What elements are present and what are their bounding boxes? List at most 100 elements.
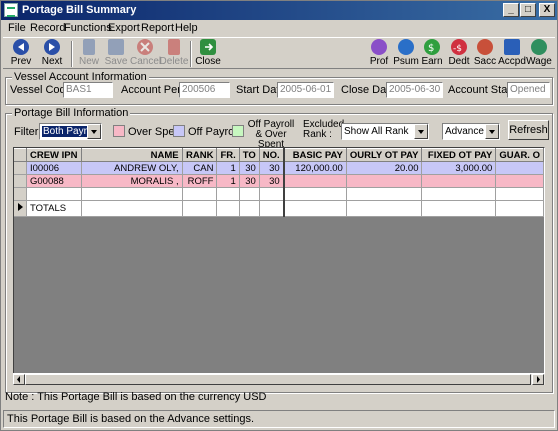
excluded-rank-label: Excluded Rank : <box>303 119 345 140</box>
cell-hourly-ot-pay[interactable] <box>346 187 423 201</box>
cell-guar-ot[interactable] <box>495 187 544 201</box>
cell-no[interactable]: 30 <box>259 174 285 188</box>
current-row-indicator <box>14 200 27 217</box>
menu-export[interactable]: Export <box>108 22 140 34</box>
cell-guar-ot[interactable] <box>495 161 544 175</box>
off-payroll-over-spent-label: Off Payroll & Over Spent <box>247 119 295 150</box>
sacc-button[interactable]: Sacc <box>470 39 500 69</box>
cell-crew-ipn[interactable]: G00088 <box>26 174 82 188</box>
svg-text:-$: -$ <box>453 44 462 54</box>
col-guar-ot[interactable]: GUAR. O <box>495 148 544 162</box>
cell-hourly-ot-pay[interactable]: 20.00 <box>346 161 423 175</box>
new-button[interactable]: New <box>74 39 104 69</box>
cell-crew-ipn[interactable]: I00006 <box>26 161 82 175</box>
title-bar[interactable]: Portage Bill Summary _ □ X <box>1 1 557 20</box>
cell-guar-ot[interactable] <box>495 174 544 188</box>
cell-fixed-ot-pay[interactable]: 3,000.00 <box>421 161 497 175</box>
scroll-left-icon[interactable] <box>13 374 25 385</box>
start-date-field[interactable]: 2005-06-01 <box>277 82 334 98</box>
sacc-label: Sacc <box>473 56 497 67</box>
row-indicator <box>14 174 27 188</box>
earn-button[interactable]: $ Earn <box>417 39 447 69</box>
filter-select[interactable]: Both Payroll <box>39 123 102 140</box>
off-payroll-over-spent-swatch <box>232 125 244 137</box>
chevron-down-icon[interactable] <box>414 124 428 139</box>
account-status-field[interactable]: Opened <box>507 82 550 98</box>
col-no[interactable]: NO. <box>259 148 285 162</box>
refresh-button[interactable]: Refresh <box>508 120 549 140</box>
cell-basic-pay[interactable]: 120,000.00 <box>283 161 347 175</box>
col-to[interactable]: TO <box>239 148 260 162</box>
totals-row[interactable]: TOTALS <box>14 200 544 217</box>
col-hourly-ot-pay[interactable]: OURLY OT PAY <box>346 148 423 162</box>
cell-rank[interactable]: CAN <box>182 161 218 175</box>
summary-icon <box>398 39 414 55</box>
col-basic-pay[interactable]: BASIC PAY <box>283 148 347 162</box>
cell-basic-pay[interactable] <box>283 174 347 188</box>
cell-fixed-ot-pay[interactable] <box>421 174 497 188</box>
app-icon <box>4 3 18 17</box>
cell-no[interactable]: 30 <box>259 161 285 175</box>
status-bar: This Portage Bill is based on the Advanc… <box>3 410 555 428</box>
minimize-button[interactable]: _ <box>503 3 519 17</box>
cell-from[interactable]: 1 <box>216 174 240 188</box>
col-from[interactable]: FR. <box>216 148 240 162</box>
close-tool-button[interactable]: Close <box>193 39 223 69</box>
cell-from[interactable]: 1 <box>216 161 240 175</box>
col-fixed-ot-pay[interactable]: FIXED OT PAY <box>421 148 497 162</box>
cell-hourly-ot-pay[interactable] <box>346 174 423 188</box>
cell-to[interactable]: 30 <box>239 174 260 188</box>
menu-record[interactable]: Record <box>30 22 65 34</box>
cell-from[interactable] <box>216 187 240 201</box>
close-date-field[interactable]: 2005-06-30 <box>386 82 443 98</box>
horizontal-scrollbar[interactable] <box>13 373 545 385</box>
table-row[interactable] <box>14 187 544 201</box>
menu-file[interactable]: File <box>8 22 26 34</box>
col-rank[interactable]: RANK <box>182 148 218 162</box>
status-text: This Portage Bill is based on the Advanc… <box>7 413 255 425</box>
cell-to[interactable]: 30 <box>239 161 260 175</box>
row-indicator <box>14 187 27 201</box>
table-row[interactable]: G00088 MORALIS , ROFF 1 30 30 <box>14 174 544 188</box>
accpd-button[interactable]: Accpd <box>497 39 527 69</box>
next-arrow-icon <box>44 39 60 55</box>
cell-basic-pay[interactable] <box>283 187 347 201</box>
scroll-right-icon[interactable] <box>532 374 544 385</box>
close-button[interactable]: X <box>539 3 555 17</box>
prof-button[interactable]: Prof <box>364 39 394 69</box>
next-button[interactable]: Next <box>37 39 67 69</box>
settings-select[interactable]: Advance <box>442 123 500 140</box>
cell-crew-ipn[interactable] <box>26 187 82 201</box>
cancel-button[interactable]: Cancel <box>130 39 161 69</box>
portage-bill-grid[interactable]: CREW IPN NAME RANK FR. TO NO. BASIC PAY … <box>13 147 545 384</box>
grid-header-row: CREW IPN NAME RANK FR. TO NO. BASIC PAY … <box>14 148 544 162</box>
cell-fixed-ot-pay[interactable] <box>421 187 497 201</box>
account-period-field[interactable]: 200506 <box>179 82 230 98</box>
scroll-thumb[interactable] <box>25 374 531 385</box>
vessel-code-field[interactable]: BAS1 <box>63 82 113 98</box>
excluded-rank-select[interactable]: Show All Rank <box>341 123 429 140</box>
cell-name[interactable]: MORALIS , <box>81 174 183 188</box>
cell-rank[interactable]: ROFF <box>182 174 218 188</box>
prev-button[interactable]: Prev <box>6 39 36 69</box>
delete-button[interactable]: Delete <box>159 39 189 69</box>
cell-name[interactable]: ANDREW OLY, <box>81 161 183 175</box>
cell-rank[interactable] <box>182 187 218 201</box>
new-doc-icon <box>83 39 95 55</box>
table-row[interactable]: I00006 ANDREW OLY, CAN 1 30 30 120,000.0… <box>14 161 544 175</box>
cell-name[interactable] <box>81 187 183 201</box>
cell-no[interactable] <box>259 187 285 201</box>
wage-button[interactable]: Wage <box>524 39 554 69</box>
save-icon <box>108 39 124 55</box>
menu-functions[interactable]: Functions <box>64 22 112 34</box>
chevron-down-icon[interactable] <box>485 124 499 139</box>
cell-to[interactable] <box>239 187 260 201</box>
save-button[interactable]: Save <box>101 39 131 69</box>
toolbar: Prev Next New Save Cancel Delete Close P… <box>3 37 555 69</box>
col-name[interactable]: NAME <box>81 148 183 162</box>
maximize-button[interactable]: □ <box>520 3 536 17</box>
chevron-down-icon[interactable] <box>87 124 101 139</box>
menu-help[interactable]: Help <box>175 22 198 34</box>
menu-report[interactable]: Report <box>141 22 174 34</box>
col-crew-ipn[interactable]: CREW IPN <box>26 148 82 162</box>
